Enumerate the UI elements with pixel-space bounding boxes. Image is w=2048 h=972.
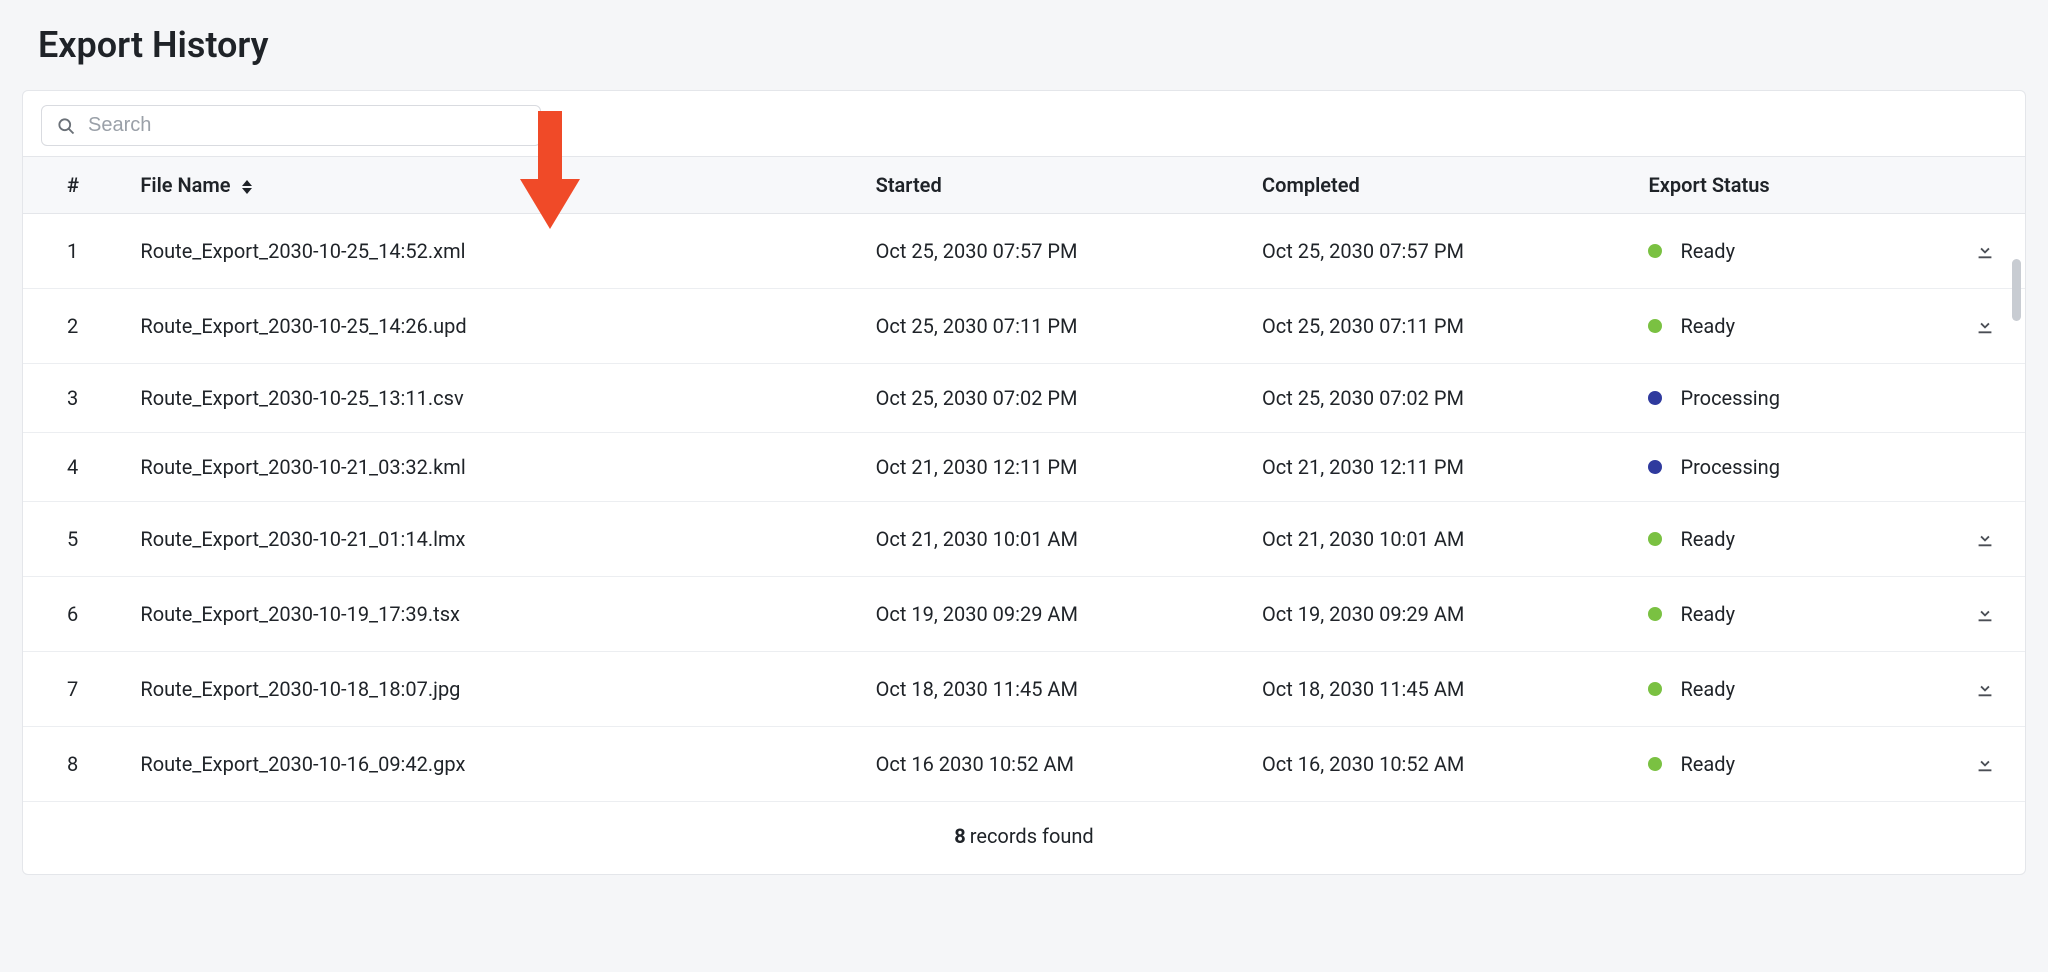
file-name: Route_Export_2030-10-25_14:52.xml	[132, 239, 875, 263]
download-icon	[1974, 752, 1996, 774]
status-dot-icon	[1648, 460, 1662, 474]
download-button[interactable]	[1971, 674, 1999, 702]
download-button[interactable]	[1971, 524, 1999, 552]
download-icon	[1974, 314, 1996, 336]
table-row: 7Route_Export_2030-10-18_18:07.jpgOct 18…	[23, 652, 2025, 727]
completed-time: Oct 21, 2030 10:01 AM	[1262, 527, 1648, 551]
export-status: Ready	[1648, 314, 1945, 338]
started-time: Oct 21, 2030 12:11 PM	[876, 455, 1262, 479]
status-text: Ready	[1680, 527, 1735, 551]
download-icon	[1974, 677, 1996, 699]
page-title: Export History	[38, 24, 2048, 66]
column-header-number[interactable]: #	[23, 173, 132, 197]
export-status: Ready	[1648, 239, 1945, 263]
column-header-filename[interactable]: File Name	[132, 173, 875, 197]
download-button[interactable]	[1971, 311, 1999, 339]
status-text: Ready	[1680, 239, 1735, 263]
status-dot-icon	[1648, 391, 1662, 405]
records-footer: 8records found	[23, 802, 2025, 874]
status-text: Ready	[1680, 677, 1735, 701]
started-time: Oct 25, 2030 07:11 PM	[876, 314, 1262, 338]
file-name: Route_Export_2030-10-21_03:32.kml	[132, 455, 875, 479]
row-number: 7	[23, 677, 132, 701]
started-time: Oct 25, 2030 07:02 PM	[876, 386, 1262, 410]
started-time: Oct 25, 2030 07:57 PM	[876, 239, 1262, 263]
status-dot-icon	[1648, 319, 1662, 333]
download-icon	[1974, 602, 1996, 624]
file-name: Route_Export_2030-10-16_09:42.gpx	[132, 752, 875, 776]
row-number: 8	[23, 752, 132, 776]
records-label: records found	[970, 824, 1094, 848]
row-number: 2	[23, 314, 132, 338]
table-row: 1Route_Export_2030-10-25_14:52.xmlOct 25…	[23, 214, 2025, 289]
download-icon	[1974, 239, 1996, 261]
file-name: Route_Export_2030-10-25_13:11.csv	[132, 386, 875, 410]
started-time: Oct 16 2030 10:52 AM	[876, 752, 1262, 776]
status-text: Processing	[1680, 386, 1779, 410]
completed-time: Oct 25, 2030 07:11 PM	[1262, 314, 1648, 338]
column-header-started[interactable]: Started	[876, 173, 1262, 197]
started-time: Oct 19, 2030 09:29 AM	[876, 602, 1262, 626]
row-number: 6	[23, 602, 132, 626]
export-history-panel: # File Name Started Completed Export Sta…	[22, 90, 2026, 875]
column-header-filename-label: File Name	[140, 173, 230, 197]
file-name: Route_Export_2030-10-21_01:14.lmx	[132, 527, 875, 551]
status-dot-icon	[1648, 532, 1662, 546]
export-status: Ready	[1648, 602, 1945, 626]
completed-time: Oct 16, 2030 10:52 AM	[1262, 752, 1648, 776]
started-time: Oct 18, 2030 11:45 AM	[876, 677, 1262, 701]
table-row: 5Route_Export_2030-10-21_01:14.lmxOct 21…	[23, 502, 2025, 577]
records-count: 8	[954, 824, 965, 848]
search-input[interactable]	[88, 114, 526, 137]
status-dot-icon	[1648, 607, 1662, 621]
download-icon	[1974, 527, 1996, 549]
file-name: Route_Export_2030-10-19_17:39.tsx	[132, 602, 875, 626]
row-number: 5	[23, 527, 132, 551]
download-button[interactable]	[1971, 599, 1999, 627]
completed-time: Oct 25, 2030 07:02 PM	[1262, 386, 1648, 410]
started-time: Oct 21, 2030 10:01 AM	[876, 527, 1262, 551]
completed-time: Oct 25, 2030 07:57 PM	[1262, 239, 1648, 263]
status-dot-icon	[1648, 682, 1662, 696]
status-text: Ready	[1680, 602, 1735, 626]
download-button[interactable]	[1971, 236, 1999, 264]
completed-time: Oct 18, 2030 11:45 AM	[1262, 677, 1648, 701]
export-status: Ready	[1648, 677, 1945, 701]
table-header: # File Name Started Completed Export Sta…	[23, 156, 2025, 214]
table-body: 1Route_Export_2030-10-25_14:52.xmlOct 25…	[23, 214, 2025, 802]
status-text: Ready	[1680, 752, 1735, 776]
file-name: Route_Export_2030-10-25_14:26.upd	[132, 314, 875, 338]
status-text: Ready	[1680, 314, 1735, 338]
export-status: Processing	[1648, 455, 1945, 479]
table-row: 2Route_Export_2030-10-25_14:26.updOct 25…	[23, 289, 2025, 364]
file-name: Route_Export_2030-10-18_18:07.jpg	[132, 677, 875, 701]
status-dot-icon	[1648, 244, 1662, 258]
row-number: 3	[23, 386, 132, 410]
export-status: Processing	[1648, 386, 1945, 410]
table-row: 4Route_Export_2030-10-21_03:32.kmlOct 21…	[23, 433, 2025, 502]
completed-time: Oct 19, 2030 09:29 AM	[1262, 602, 1648, 626]
table-row: 8Route_Export_2030-10-16_09:42.gpxOct 16…	[23, 727, 2025, 802]
sort-icon[interactable]	[242, 180, 252, 194]
table-row: 3Route_Export_2030-10-25_13:11.csvOct 25…	[23, 364, 2025, 433]
status-dot-icon	[1648, 757, 1662, 771]
column-header-status[interactable]: Export Status	[1648, 173, 1945, 197]
table-row: 6Route_Export_2030-10-19_17:39.tsxOct 19…	[23, 577, 2025, 652]
export-status: Ready	[1648, 752, 1945, 776]
row-number: 1	[23, 239, 132, 263]
completed-time: Oct 21, 2030 12:11 PM	[1262, 455, 1648, 479]
scrollbar-thumb[interactable]	[2012, 259, 2021, 321]
status-text: Processing	[1680, 455, 1779, 479]
column-header-completed[interactable]: Completed	[1262, 173, 1648, 197]
row-number: 4	[23, 455, 132, 479]
search-box[interactable]	[41, 105, 541, 146]
search-icon	[56, 116, 76, 136]
download-button[interactable]	[1971, 749, 1999, 777]
export-status: Ready	[1648, 527, 1945, 551]
